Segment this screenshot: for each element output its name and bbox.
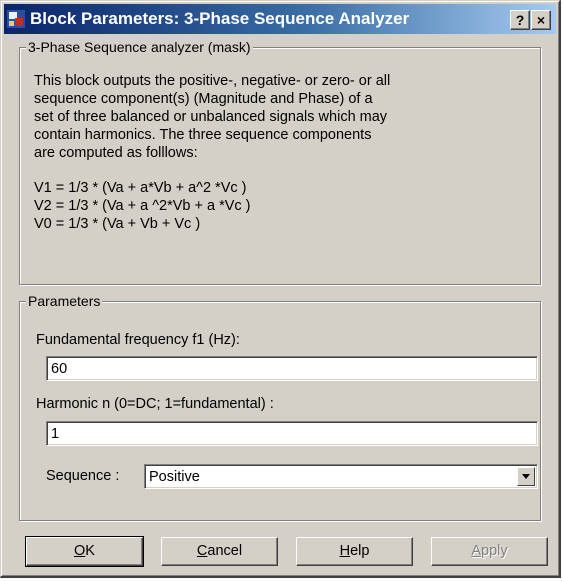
description-line: are computed as folllows: [34, 145, 198, 161]
title-bar[interactable]: Block Parameters: 3-Phase Sequence Analy… [4, 4, 556, 34]
sequence-label: Sequence : [46, 468, 120, 484]
harmonic-label: Harmonic n (0=DC; 1=fundamental) : [36, 396, 274, 412]
ok-button[interactable]: OK [25, 536, 144, 567]
close-icon[interactable]: × [531, 10, 551, 30]
sequence-selected-value: Positive [149, 469, 200, 485]
formula-line: V2 = 1/3 * (Va + a ^2*Vb + a *Vc ) [34, 198, 251, 214]
parameters-group: Parameters Fundamental frequency f1 (Hz)… [19, 293, 541, 521]
mask-description: This block outputs the positive-, negati… [34, 72, 504, 233]
mask-description-group: 3-Phase Sequence analyzer (mask) This bl… [19, 39, 541, 285]
cancel-button[interactable]: Cancel [161, 537, 278, 566]
harmonic-input[interactable]: 1 [46, 421, 538, 446]
help-icon[interactable]: ? [510, 10, 530, 30]
description-line: contain harmonics. The three sequence co… [34, 127, 372, 143]
simulink-block-icon [7, 10, 25, 28]
sequence-select[interactable]: Positive [144, 464, 538, 489]
chevron-down-icon [522, 474, 530, 479]
window-title: Block Parameters: 3-Phase Sequence Analy… [30, 9, 410, 28]
mask-group-title: 3-Phase Sequence analyzer (mask) [26, 39, 253, 55]
frequency-label: Fundamental frequency f1 (Hz): [36, 332, 240, 348]
frequency-input[interactable]: 60 [46, 356, 538, 381]
description-line: This block outputs the positive-, negati… [34, 73, 391, 89]
parameters-group-title: Parameters [26, 293, 103, 309]
description-line: sequence component(s) (Magnitude and Pha… [34, 91, 373, 107]
block-parameters-dialog: Block Parameters: 3-Phase Sequence Analy… [0, 0, 561, 578]
formula-line: V1 = 1/3 * (Va + a*Vb + a^2 *Vc ) [34, 180, 247, 196]
help-button[interactable]: Help [296, 537, 413, 566]
formula-line: V0 = 1/3 * (Va + Vb + Vc ) [34, 216, 201, 232]
dropdown-button[interactable] [517, 467, 535, 486]
description-line: set of three balanced or unbalanced sign… [34, 109, 388, 125]
apply-button[interactable]: Apply [431, 537, 548, 566]
